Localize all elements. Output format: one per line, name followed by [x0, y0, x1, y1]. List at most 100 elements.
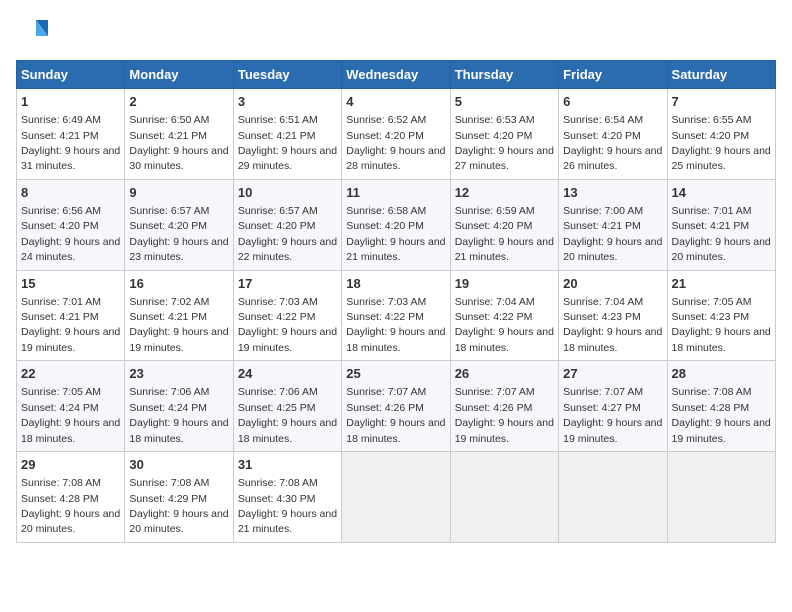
- calendar-cell: 8 Sunrise: 6:56 AMSunset: 4:20 PMDayligh…: [17, 179, 125, 270]
- calendar-cell: 1 Sunrise: 6:49 AMSunset: 4:21 PMDayligh…: [17, 89, 125, 180]
- day-info: Sunrise: 7:06 AMSunset: 4:25 PMDaylight:…: [238, 386, 337, 444]
- calendar-cell: 30 Sunrise: 7:08 AMSunset: 4:29 PMDaylig…: [125, 452, 233, 543]
- week-row-3: 15 Sunrise: 7:01 AMSunset: 4:21 PMDaylig…: [17, 270, 776, 361]
- day-info: Sunrise: 7:07 AMSunset: 4:26 PMDaylight:…: [346, 386, 445, 444]
- day-info: Sunrise: 6:49 AMSunset: 4:21 PMDaylight:…: [21, 114, 120, 172]
- day-info: Sunrise: 6:50 AMSunset: 4:21 PMDaylight:…: [129, 114, 228, 172]
- day-header-friday: Friday: [559, 61, 667, 89]
- calendar-cell: 14 Sunrise: 7:01 AMSunset: 4:21 PMDaylig…: [667, 179, 775, 270]
- day-header-tuesday: Tuesday: [233, 61, 341, 89]
- day-info: Sunrise: 7:07 AMSunset: 4:26 PMDaylight:…: [455, 386, 554, 444]
- day-number: 31: [238, 456, 337, 474]
- day-header-wednesday: Wednesday: [342, 61, 450, 89]
- day-number: 19: [455, 275, 554, 293]
- day-number: 2: [129, 93, 228, 111]
- calendar-table: SundayMondayTuesdayWednesdayThursdayFrid…: [16, 60, 776, 543]
- day-number: 1: [21, 93, 120, 111]
- calendar-cell: 15 Sunrise: 7:01 AMSunset: 4:21 PMDaylig…: [17, 270, 125, 361]
- week-row-5: 29 Sunrise: 7:08 AMSunset: 4:28 PMDaylig…: [17, 452, 776, 543]
- day-header-monday: Monday: [125, 61, 233, 89]
- day-header-thursday: Thursday: [450, 61, 558, 89]
- calendar-cell: 13 Sunrise: 7:00 AMSunset: 4:21 PMDaylig…: [559, 179, 667, 270]
- day-number: 16: [129, 275, 228, 293]
- day-number: 17: [238, 275, 337, 293]
- day-number: 24: [238, 365, 337, 383]
- calendar-cell: 7 Sunrise: 6:55 AMSunset: 4:20 PMDayligh…: [667, 89, 775, 180]
- calendar-cell: [667, 452, 775, 543]
- day-info: Sunrise: 7:08 AMSunset: 4:28 PMDaylight:…: [21, 477, 120, 535]
- calendar-cell: 2 Sunrise: 6:50 AMSunset: 4:21 PMDayligh…: [125, 89, 233, 180]
- day-info: Sunrise: 7:03 AMSunset: 4:22 PMDaylight:…: [346, 296, 445, 354]
- calendar-cell: [559, 452, 667, 543]
- day-number: 21: [672, 275, 771, 293]
- week-row-2: 8 Sunrise: 6:56 AMSunset: 4:20 PMDayligh…: [17, 179, 776, 270]
- day-number: 18: [346, 275, 445, 293]
- day-info: Sunrise: 7:04 AMSunset: 4:23 PMDaylight:…: [563, 296, 662, 354]
- day-info: Sunrise: 7:03 AMSunset: 4:22 PMDaylight:…: [238, 296, 337, 354]
- day-number: 30: [129, 456, 228, 474]
- day-info: Sunrise: 6:57 AMSunset: 4:20 PMDaylight:…: [238, 205, 337, 263]
- header: [16, 16, 776, 48]
- day-header-saturday: Saturday: [667, 61, 775, 89]
- day-number: 22: [21, 365, 120, 383]
- day-info: Sunrise: 7:01 AMSunset: 4:21 PMDaylight:…: [21, 296, 120, 354]
- calendar-cell: 29 Sunrise: 7:08 AMSunset: 4:28 PMDaylig…: [17, 452, 125, 543]
- day-info: Sunrise: 7:04 AMSunset: 4:22 PMDaylight:…: [455, 296, 554, 354]
- calendar-cell: 24 Sunrise: 7:06 AMSunset: 4:25 PMDaylig…: [233, 361, 341, 452]
- calendar-cell: 21 Sunrise: 7:05 AMSunset: 4:23 PMDaylig…: [667, 270, 775, 361]
- calendar-cell: 10 Sunrise: 6:57 AMSunset: 4:20 PMDaylig…: [233, 179, 341, 270]
- calendar-cell: 23 Sunrise: 7:06 AMSunset: 4:24 PMDaylig…: [125, 361, 233, 452]
- day-info: Sunrise: 7:06 AMSunset: 4:24 PMDaylight:…: [129, 386, 228, 444]
- day-number: 25: [346, 365, 445, 383]
- calendar-cell: 25 Sunrise: 7:07 AMSunset: 4:26 PMDaylig…: [342, 361, 450, 452]
- day-number: 26: [455, 365, 554, 383]
- day-number: 27: [563, 365, 662, 383]
- logo: [16, 16, 52, 48]
- day-number: 3: [238, 93, 337, 111]
- calendar-cell: 6 Sunrise: 6:54 AMSunset: 4:20 PMDayligh…: [559, 89, 667, 180]
- day-number: 8: [21, 184, 120, 202]
- day-info: Sunrise: 6:56 AMSunset: 4:20 PMDaylight:…: [21, 205, 120, 263]
- day-info: Sunrise: 7:07 AMSunset: 4:27 PMDaylight:…: [563, 386, 662, 444]
- day-number: 4: [346, 93, 445, 111]
- day-number: 12: [455, 184, 554, 202]
- day-info: Sunrise: 7:00 AMSunset: 4:21 PMDaylight:…: [563, 205, 662, 263]
- day-number: 20: [563, 275, 662, 293]
- day-info: Sunrise: 7:08 AMSunset: 4:30 PMDaylight:…: [238, 477, 337, 535]
- day-number: 15: [21, 275, 120, 293]
- calendar-cell: 3 Sunrise: 6:51 AMSunset: 4:21 PMDayligh…: [233, 89, 341, 180]
- day-number: 29: [21, 456, 120, 474]
- calendar-cell: 12 Sunrise: 6:59 AMSunset: 4:20 PMDaylig…: [450, 179, 558, 270]
- day-header-sunday: Sunday: [17, 61, 125, 89]
- day-number: 7: [672, 93, 771, 111]
- day-number: 23: [129, 365, 228, 383]
- day-info: Sunrise: 6:58 AMSunset: 4:20 PMDaylight:…: [346, 205, 445, 263]
- day-number: 6: [563, 93, 662, 111]
- day-number: 13: [563, 184, 662, 202]
- day-number: 5: [455, 93, 554, 111]
- calendar-cell: 5 Sunrise: 6:53 AMSunset: 4:20 PMDayligh…: [450, 89, 558, 180]
- day-info: Sunrise: 7:05 AMSunset: 4:23 PMDaylight:…: [672, 296, 771, 354]
- day-info: Sunrise: 7:08 AMSunset: 4:28 PMDaylight:…: [672, 386, 771, 444]
- day-info: Sunrise: 7:01 AMSunset: 4:21 PMDaylight:…: [672, 205, 771, 263]
- calendar-cell: 26 Sunrise: 7:07 AMSunset: 4:26 PMDaylig…: [450, 361, 558, 452]
- day-info: Sunrise: 6:53 AMSunset: 4:20 PMDaylight:…: [455, 114, 554, 172]
- calendar-cell: [450, 452, 558, 543]
- calendar-header-row: SundayMondayTuesdayWednesdayThursdayFrid…: [17, 61, 776, 89]
- day-info: Sunrise: 6:51 AMSunset: 4:21 PMDaylight:…: [238, 114, 337, 172]
- calendar-cell: 4 Sunrise: 6:52 AMSunset: 4:20 PMDayligh…: [342, 89, 450, 180]
- calendar-cell: 27 Sunrise: 7:07 AMSunset: 4:27 PMDaylig…: [559, 361, 667, 452]
- day-number: 11: [346, 184, 445, 202]
- day-info: Sunrise: 7:02 AMSunset: 4:21 PMDaylight:…: [129, 296, 228, 354]
- day-info: Sunrise: 6:52 AMSunset: 4:20 PMDaylight:…: [346, 114, 445, 172]
- day-number: 10: [238, 184, 337, 202]
- calendar-cell: [342, 452, 450, 543]
- day-info: Sunrise: 7:05 AMSunset: 4:24 PMDaylight:…: [21, 386, 120, 444]
- day-info: Sunrise: 6:57 AMSunset: 4:20 PMDaylight:…: [129, 205, 228, 263]
- calendar-cell: 31 Sunrise: 7:08 AMSunset: 4:30 PMDaylig…: [233, 452, 341, 543]
- week-row-1: 1 Sunrise: 6:49 AMSunset: 4:21 PMDayligh…: [17, 89, 776, 180]
- calendar-cell: 28 Sunrise: 7:08 AMSunset: 4:28 PMDaylig…: [667, 361, 775, 452]
- calendar-cell: 11 Sunrise: 6:58 AMSunset: 4:20 PMDaylig…: [342, 179, 450, 270]
- day-info: Sunrise: 6:54 AMSunset: 4:20 PMDaylight:…: [563, 114, 662, 172]
- calendar-cell: 19 Sunrise: 7:04 AMSunset: 4:22 PMDaylig…: [450, 270, 558, 361]
